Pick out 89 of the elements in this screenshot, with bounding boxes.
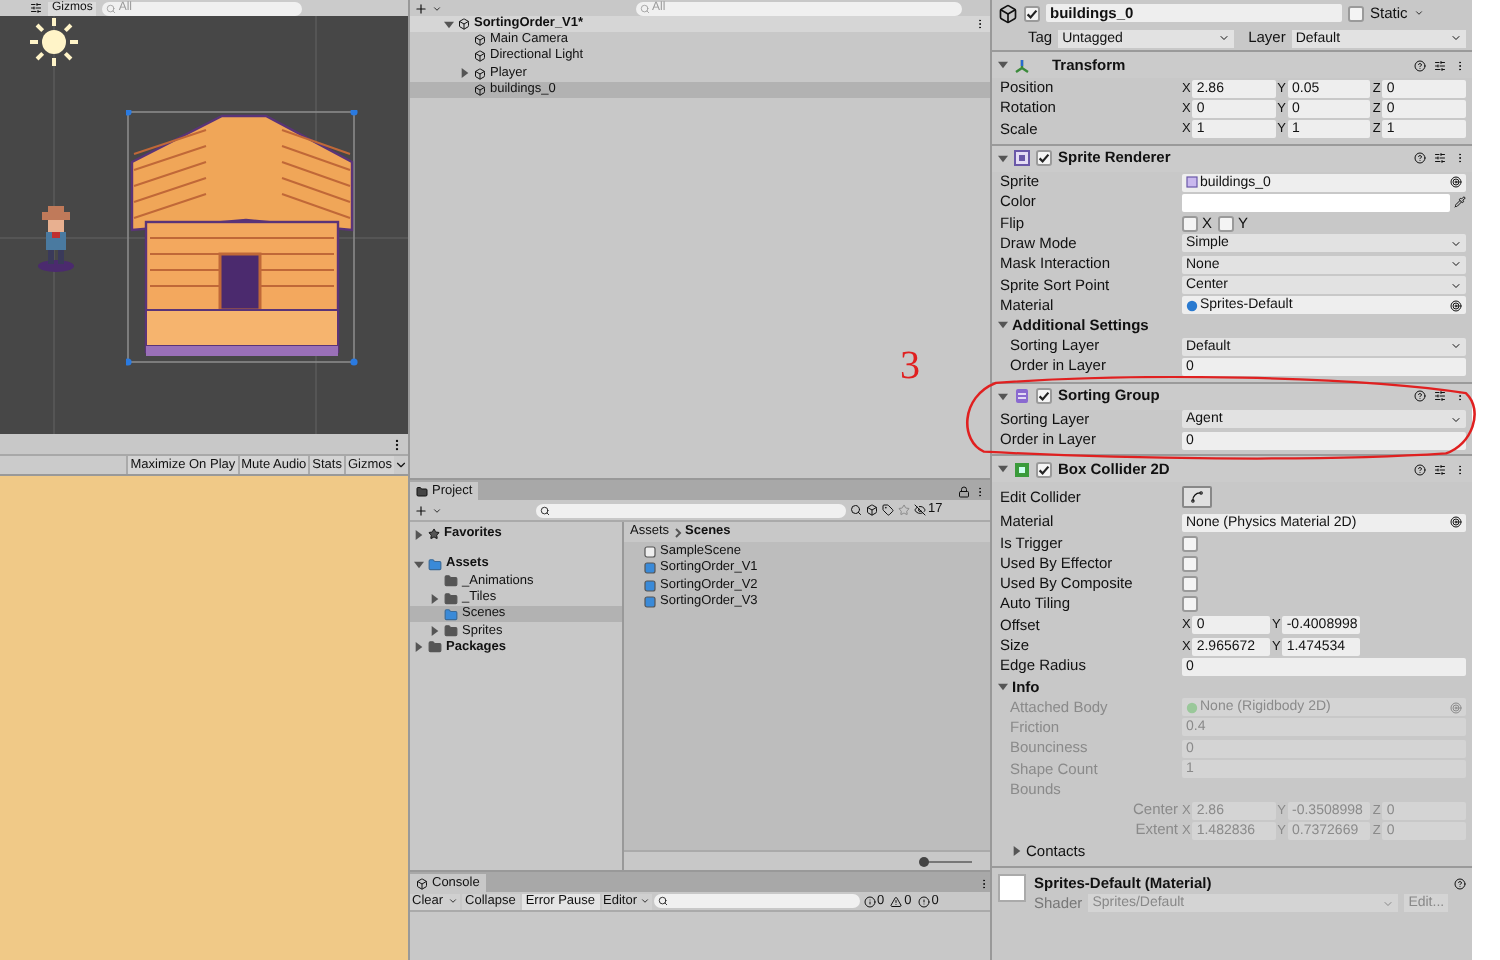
caret-icon[interactable]	[394, 458, 408, 472]
more-icon[interactable]	[390, 437, 404, 451]
search-icon	[106, 3, 117, 13]
star-icon[interactable]	[898, 504, 910, 516]
caret-icon[interactable]	[639, 896, 650, 906]
character-sprite-drawing	[36, 206, 76, 274]
warning-icon	[890, 895, 903, 907]
checkbox[interactable]	[1182, 596, 1198, 613]
expanded-arrow-icon[interactable]	[998, 391, 1008, 402]
material-swatch	[998, 873, 1026, 902]
search-field[interactable]	[536, 503, 846, 517]
asset-type-icon[interactable]	[866, 504, 878, 516]
sprite-icon	[1186, 176, 1198, 189]
collapsed-arrow-icon[interactable]	[460, 68, 470, 79]
caret-icon	[1450, 340, 1462, 353]
caret-icon	[1450, 32, 1462, 44]
collapsed-arrow-icon[interactable]	[1012, 846, 1022, 857]
object-picker-icon[interactable]	[1450, 176, 1462, 189]
presets-icon[interactable]	[1434, 390, 1446, 403]
checkbox[interactable]	[1182, 535, 1198, 552]
scene-icon	[458, 18, 470, 30]
collapsed-arrow-icon[interactable]	[414, 529, 424, 540]
presets-icon[interactable]	[1434, 152, 1446, 165]
help-icon[interactable]	[1414, 59, 1426, 71]
expanded-arrow-icon[interactable]	[998, 464, 1008, 475]
caret-icon	[1450, 413, 1462, 426]
expanded-arrow-icon[interactable]	[444, 19, 454, 29]
sun-icon	[24, 16, 84, 72]
gameobject-icon	[474, 34, 486, 47]
expanded-arrow-icon[interactable]	[998, 153, 1008, 164]
object-picker-icon[interactable]	[1450, 516, 1462, 529]
expanded-arrow-icon[interactable]	[998, 60, 1008, 70]
box-collider-icon	[1014, 461, 1030, 478]
gameobject-icon	[474, 50, 486, 63]
checkbox[interactable]	[1218, 215, 1235, 232]
search-by-type-icon[interactable]	[850, 504, 862, 516]
sorting-group-icon	[1014, 388, 1030, 405]
chevron-icon	[673, 527, 682, 537]
folder-icon	[416, 485, 428, 497]
gameobject-icon	[998, 3, 1018, 23]
sprite-renderer-icon	[1014, 150, 1030, 167]
lock-icon[interactable]	[958, 486, 970, 498]
material-icon	[1186, 299, 1198, 312]
gameobject-icon	[474, 84, 486, 97]
checkbox[interactable]	[1182, 576, 1198, 593]
expanded-arrow-icon[interactable]	[998, 320, 1008, 331]
collapsed-arrow-icon[interactable]	[414, 642, 424, 653]
color-field[interactable]	[1182, 193, 1450, 212]
collapsed-arrow-icon[interactable]	[430, 626, 440, 637]
search-icon	[657, 896, 668, 906]
add-icon[interactable]	[414, 1, 428, 15]
transform-icon	[1014, 57, 1030, 73]
caret-icon	[1382, 897, 1395, 910]
add-icon[interactable]	[414, 503, 428, 517]
gameobject-icon	[474, 67, 486, 80]
eye-off-icon	[914, 504, 926, 516]
help-icon[interactable]	[1414, 390, 1426, 403]
help-icon[interactable]	[1414, 152, 1426, 165]
checkbox[interactable]	[1182, 215, 1198, 232]
checkbox[interactable]	[1036, 150, 1052, 167]
tools-icon[interactable]	[30, 2, 42, 14]
search-icon	[540, 505, 550, 515]
checkbox[interactable]	[1036, 388, 1052, 405]
expanded-arrow-icon[interactable]	[998, 682, 1008, 693]
annotation-number: 3	[900, 344, 920, 388]
polygon-edit-icon	[1190, 490, 1204, 505]
rigidbody-icon	[1186, 701, 1198, 714]
checkbox[interactable]	[1182, 555, 1198, 572]
label-icon[interactable]	[882, 504, 894, 516]
caret-icon[interactable]	[447, 896, 458, 906]
presets-icon[interactable]	[1434, 59, 1446, 71]
eyedropper-icon[interactable]	[1454, 196, 1466, 209]
info-icon	[863, 895, 876, 907]
help-icon[interactable]	[1414, 463, 1426, 476]
checkbox[interactable]	[1024, 5, 1040, 21]
collapsed-arrow-icon[interactable]	[430, 593, 440, 604]
checkbox[interactable]	[1036, 461, 1052, 478]
object-picker-icon[interactable]	[1450, 299, 1462, 312]
star-icon	[428, 528, 440, 541]
checkbox[interactable]	[1348, 5, 1364, 21]
help-icon[interactable]	[1454, 877, 1466, 890]
caret-icon	[1218, 32, 1231, 44]
search-field[interactable]	[653, 894, 860, 908]
zoom-slider-thumb[interactable]	[919, 856, 929, 866]
presets-icon[interactable]	[1434, 463, 1446, 476]
error-icon	[917, 895, 930, 907]
edit-collider-button[interactable]	[1182, 486, 1212, 509]
expanded-arrow-icon[interactable]	[414, 559, 424, 570]
console-icon	[416, 877, 428, 889]
